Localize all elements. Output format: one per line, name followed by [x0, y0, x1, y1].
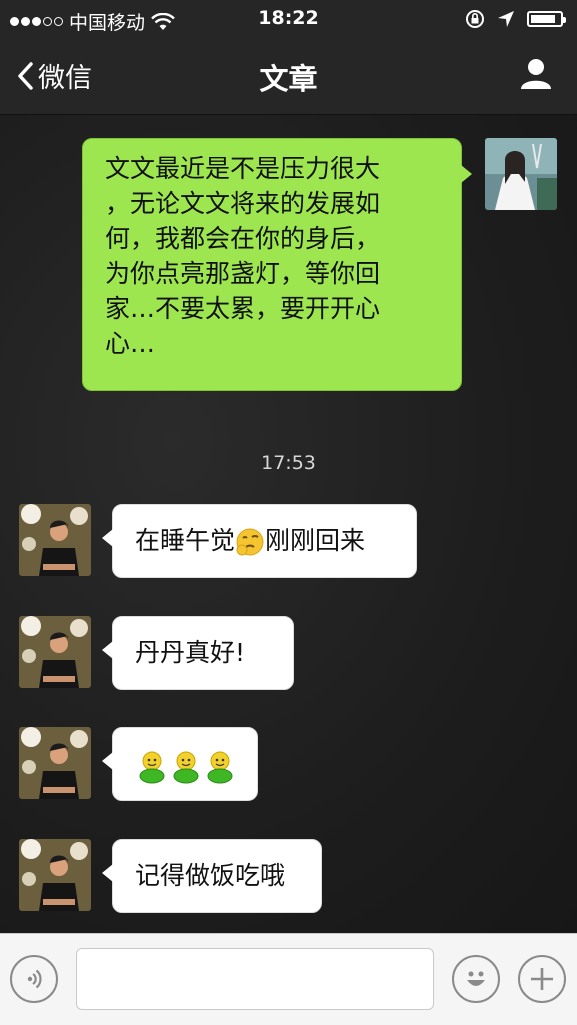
- more-options-button[interactable]: [518, 955, 566, 1003]
- status-right: [465, 9, 566, 29]
- my-avatar[interactable]: [485, 138, 557, 210]
- message-line: 心…: [105, 329, 156, 358]
- contact-avatar[interactable]: [19, 616, 91, 688]
- incoming-message-bubble[interactable]: 记得做饭吃哦: [102, 839, 322, 913]
- contact-avatar[interactable]: [19, 839, 91, 911]
- contact-avatar[interactable]: [19, 504, 91, 576]
- outgoing-message-bubble[interactable]: 文文最近是不是压力很大 ，无论文文将来的发展如 何，我都会在你的身后， 为你点亮…: [82, 138, 472, 391]
- rotation-lock-icon: [466, 10, 484, 28]
- message-text: 刚刚回来: [265, 526, 366, 555]
- green-smiley-icon: [173, 751, 199, 784]
- voice-icon: [27, 969, 42, 989]
- contact-avatar[interactable]: [19, 727, 91, 799]
- timestamp-label: 17:53: [261, 452, 316, 474]
- message-line: 为你点亮那盏灯，等你回: [105, 259, 381, 288]
- status-bar: 中国移动 18:22: [0, 0, 577, 40]
- contact-info-button[interactable]: [519, 56, 553, 94]
- emoji-button[interactable]: [452, 955, 500, 1003]
- voice-input-button[interactable]: [10, 955, 58, 1003]
- message-line: 家…不要太累，要开开心: [105, 294, 381, 323]
- message-line: 何，我都会在你的身后，: [105, 224, 381, 253]
- battery-icon: [527, 11, 566, 27]
- person-icon: [521, 59, 551, 89]
- chat-title: 文章: [259, 62, 318, 96]
- input-bar: [0, 933, 577, 1025]
- message-line: ，无论文文将来的发展如: [105, 189, 381, 218]
- incoming-message-bubble[interactable]: [102, 727, 258, 801]
- green-smiley-icon: [139, 751, 165, 784]
- incoming-message-bubble[interactable]: 丹丹真好!: [102, 616, 294, 690]
- nav-bar: 微信 文章: [0, 40, 577, 115]
- plus-icon: [531, 968, 553, 990]
- chat-area[interactable]: 文文最近是不是压力很大 ，无论文文将来的发展如 何，我都会在你的身后， 为你点亮…: [0, 115, 577, 933]
- message-text: 丹丹真好!: [135, 638, 246, 667]
- message-text: 记得做饭吃哦: [135, 861, 286, 890]
- green-smiley-icon: [207, 751, 233, 784]
- incoming-message-bubble[interactable]: 在睡午觉 刚刚回来: [102, 504, 417, 578]
- message-line: 文文最近是不是压力很大: [105, 154, 381, 183]
- thinking-face-icon: [236, 528, 264, 556]
- location-arrow-icon: [498, 11, 514, 27]
- message-input[interactable]: [76, 948, 434, 1010]
- smiley-icon: [467, 971, 485, 986]
- message-text: 在睡午觉: [135, 526, 236, 555]
